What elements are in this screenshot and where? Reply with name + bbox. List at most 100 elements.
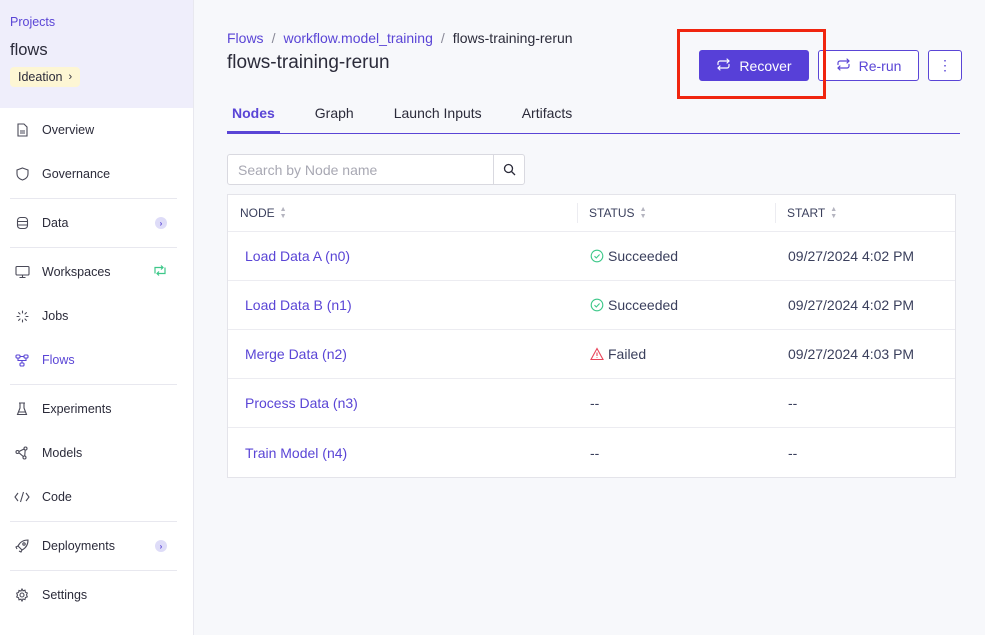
status-text: Failed	[608, 346, 647, 362]
nodes-table: NODE ▲ ▼ STATUS ▲ ▼ START ▲ ▼ Load Data A (…	[227, 194, 956, 478]
node-link[interactable]: Train Model (n4)	[245, 445, 347, 461]
page-title: flows-training-rerun	[227, 52, 390, 73]
chevron-right-icon[interactable]: ›	[155, 540, 167, 552]
search-button[interactable]	[493, 155, 524, 184]
recover-label: Recover	[739, 57, 792, 74]
rerun-button[interactable]: Re-run	[818, 50, 919, 81]
table-row: Process Data (n3) -- --	[228, 379, 955, 428]
table-row: Load Data B (n1) Succeeded 09/27/2024 4:…	[228, 281, 955, 330]
header-actions: Recover Re-run ⋮	[699, 50, 962, 81]
sidebar-item-governance[interactable]: Governance	[10, 152, 177, 196]
spinner-icon	[14, 308, 30, 324]
sidebar-item-label: Experiments	[42, 402, 112, 416]
flow-icon	[14, 352, 30, 368]
sidebar-item-label: Models	[42, 446, 83, 460]
breadcrumb-current: flows-training-rerun	[452, 30, 573, 46]
sidebar-item-overview[interactable]: Overview	[10, 108, 177, 152]
document-icon	[14, 122, 30, 138]
start-time: --	[788, 395, 798, 411]
rocket-icon	[14, 538, 30, 554]
monitor-icon	[14, 264, 30, 280]
sidebar-item-settings[interactable]: Settings	[10, 573, 177, 617]
chevron-right-icon: ›	[68, 71, 73, 83]
status-text: Succeeded	[608, 297, 679, 313]
breadcrumb-flows[interactable]: Flows	[227, 30, 264, 46]
stage-badge[interactable]: Ideation ›	[10, 67, 81, 87]
sidebar-item-label: Code	[42, 490, 72, 504]
sidebar-item-data[interactable]: Data ›	[10, 201, 177, 245]
model-icon	[14, 445, 30, 461]
breadcrumb: Flows / workflow.model_training / flows-trai…	[227, 30, 573, 46]
sidebar-item-label: Workspaces	[42, 265, 111, 279]
column-header-label: START	[787, 206, 826, 220]
start-time: 09/27/2024 4:03 PM	[788, 346, 915, 362]
node-link[interactable]: Load Data B (n1)	[245, 297, 352, 313]
project-name: flows	[10, 41, 48, 59]
column-header-status[interactable]: STATUS ▲ ▼	[577, 195, 775, 231]
sidebar-item-models[interactable]: Models	[10, 431, 177, 475]
recover-icon	[716, 57, 731, 74]
sort-icon: ▲ ▼	[279, 206, 287, 220]
sidebar-item-label: Data	[42, 216, 69, 230]
sidebar-item-code[interactable]: Code	[10, 475, 177, 519]
status-text: --	[590, 444, 600, 461]
stage-badge-label: Ideation	[18, 70, 63, 84]
tab-launch-inputs[interactable]: Launch Inputs	[394, 98, 482, 133]
sidebar-item-label: Deployments	[42, 539, 115, 553]
divider	[10, 384, 177, 385]
table-row: Merge Data (n2) Failed 09/27/2024 4:03 P…	[228, 330, 955, 379]
search-icon	[503, 163, 515, 176]
breadcrumb-workflow[interactable]: workflow.model_training	[283, 30, 432, 46]
rerun-label: Re-run	[858, 57, 902, 74]
flask-icon	[14, 401, 30, 417]
tab-graph[interactable]: Graph	[315, 98, 354, 133]
column-header-node[interactable]: NODE ▲ ▼	[228, 195, 577, 231]
sidebar-item-workspaces[interactable]: Workspaces	[10, 250, 177, 294]
sidebar-item-deployments[interactable]: Deployments ›	[10, 524, 177, 568]
sidebar-item-experiments[interactable]: Experiments	[10, 387, 177, 431]
node-search	[227, 154, 525, 185]
chevron-right-icon[interactable]: ›	[155, 217, 167, 229]
column-header-label: STATUS	[589, 206, 635, 220]
recover-button[interactable]: Recover	[699, 50, 809, 81]
projects-link[interactable]: Projects	[10, 15, 183, 29]
status-text: --	[590, 395, 600, 411]
sidebar: Projects flows Ideation › Overview Gover…	[0, 0, 194, 635]
database-icon	[14, 215, 30, 231]
tab-nodes[interactable]: Nodes	[227, 98, 280, 134]
node-link[interactable]: Process Data (n3)	[245, 395, 358, 411]
node-link[interactable]: Load Data A (n0)	[245, 248, 350, 264]
check-circle-icon	[590, 298, 604, 312]
more-vertical-icon: ⋮	[938, 57, 952, 73]
column-header-start[interactable]: START ▲ ▼	[775, 195, 955, 231]
sidebar-nav: Overview Governance Data › Workspaces Jo…	[0, 108, 193, 617]
start-time: 09/27/2024 4:02 PM	[788, 248, 915, 264]
search-input[interactable]	[228, 155, 493, 184]
divider	[10, 521, 177, 522]
check-circle-icon	[590, 249, 604, 263]
divider	[10, 198, 177, 199]
sort-icon: ▲ ▼	[639, 206, 647, 220]
sidebar-item-jobs[interactable]: Jobs	[10, 294, 177, 338]
table-header: NODE ▲ ▼ STATUS ▲ ▼ START ▲ ▼	[228, 195, 955, 232]
tab-artifacts[interactable]: Artifacts	[522, 98, 573, 133]
divider	[10, 570, 177, 571]
warning-triangle-icon	[590, 347, 604, 361]
sidebar-item-label: Jobs	[42, 309, 69, 323]
sidebar-item-flows[interactable]: Flows	[10, 338, 177, 382]
start-time: 09/27/2024 4:02 PM	[788, 297, 915, 313]
tab-bar: Nodes Graph Launch Inputs Artifacts	[227, 98, 960, 134]
table-row: Load Data A (n0) Succeeded 09/27/2024 4:…	[228, 232, 955, 281]
more-options-button[interactable]: ⋮	[928, 50, 962, 81]
code-icon	[14, 489, 30, 505]
breadcrumb-separator: /	[440, 30, 445, 46]
divider	[10, 247, 177, 248]
shield-icon	[14, 166, 30, 182]
table-row: Train Model (n4) -- --	[228, 428, 955, 477]
sync-icon	[153, 265, 167, 280]
gear-icon	[14, 587, 30, 603]
node-link[interactable]: Merge Data (n2)	[245, 346, 347, 362]
sidebar-item-label: Overview	[42, 123, 95, 137]
sort-icon: ▲ ▼	[830, 206, 838, 220]
project-header: Projects flows Ideation ›	[0, 0, 193, 108]
